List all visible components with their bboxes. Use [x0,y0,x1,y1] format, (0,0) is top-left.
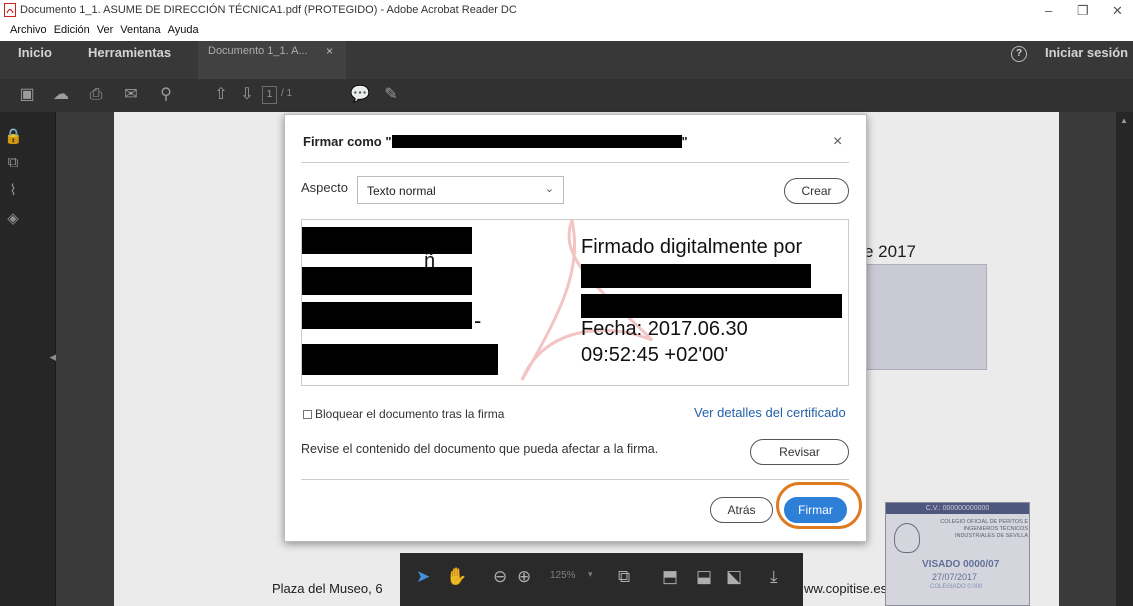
redacted-name-line-1 [302,227,472,254]
redacted-signer-1 [581,264,811,288]
preview-fragment-dash: - [474,308,482,333]
aspect-select[interactable]: Texto normal ⌄ [357,176,564,204]
chevron-down-icon: ⌄ [544,183,554,195]
menu-ver[interactable]: Ver [97,24,114,36]
create-button[interactable]: Crear [784,178,849,204]
redacted-name-line-4 [302,344,498,375]
sign-dialog: Firmar como " " × Aspecto Texto normal ⌄ … [284,114,867,542]
dialog-close-icon[interactable]: × [833,133,842,151]
menu-archivo[interactable]: Archivo [10,24,47,36]
aspect-label: Aspecto [301,180,348,195]
back-button[interactable]: Atrás [710,497,773,523]
dialog-title-prefix: Firmar como " [303,134,392,149]
lock-document-checkbox[interactable]: Bloquear el documento tras la firma [303,407,504,421]
checkbox-box[interactable] [303,410,312,419]
menu-ventana[interactable]: Ventana [120,24,160,36]
redacted-signer-2 [581,294,842,318]
certificate-details-link[interactable]: Ver detalles del certificado [694,405,846,420]
lock-checkbox-label: Bloquear el documento tras la firma [315,407,505,421]
title-divider [301,162,849,163]
menu-ayuda[interactable]: Ayuda [168,24,199,36]
menu-edicion[interactable]: Edición [54,24,90,36]
redacted-signer-name [391,135,682,148]
preview-time: 09:52:45 +02'00' [581,344,729,366]
review-message: Revise el contenido del documento que pu… [301,442,659,456]
aspect-select-value: Texto normal [367,184,436,198]
pdf-file-icon [4,3,16,17]
highlight-ring [776,482,862,529]
menu-bar: Archivo Edición Ver Ventana Ayuda [0,21,1133,41]
preview-signed-by: Firmado digitalmente por [581,236,803,258]
redacted-name-line-3 [302,302,472,329]
title-bar: Documento 1_1. ASUME DE DIRECCIÓN TÉCNIC… [0,0,1133,21]
close-window-button[interactable]: ✕ [1112,3,1123,19]
dialog-title-suffix: " [681,134,688,149]
redacted-name-line-2 [302,267,472,295]
minimize-button[interactable]: – [1045,3,1052,18]
preview-fragment-enye: ñ [424,250,436,272]
window-title: Documento 1_1. ASUME DE DIRECCIÓN TÉCNIC… [20,4,517,16]
footer-divider [301,479,849,480]
review-button[interactable]: Revisar [750,439,849,465]
dialog-title: Firmar como " " [303,134,688,149]
signature-preview: ñ - Firmado digitalmente por Fecha: 2017… [301,219,849,386]
restore-button[interactable]: ❐ [1077,3,1089,19]
preview-date: Fecha: 2017.06.30 [581,318,748,340]
